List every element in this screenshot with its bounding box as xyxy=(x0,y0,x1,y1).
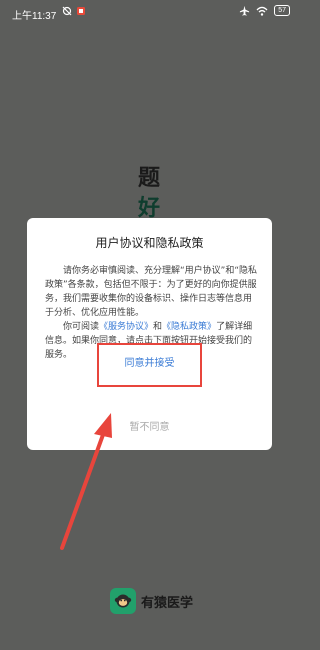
wifi-icon xyxy=(256,6,268,16)
battery-icon: 57 xyxy=(274,5,290,16)
dialog-paragraph-1: 请你务必审慎阅读、充分理解“用户协议”和“隐私政策”各条款，包括但不限于：为了更… xyxy=(45,266,257,318)
service-agreement-link[interactable]: 《服务协议》 xyxy=(99,322,153,332)
status-time: 上午11:37 xyxy=(12,11,57,22)
dialog-title: 用户协议和隐私政策 xyxy=(95,236,204,250)
app-name: 有猿医学 xyxy=(141,595,194,611)
status-bar: 上午11:37 57 xyxy=(0,0,300,26)
paragraph-2-prefix: 你可阅读 xyxy=(63,322,100,332)
sync-off-icon xyxy=(62,6,72,16)
disagree-button[interactable]: 暂不同意 xyxy=(97,416,202,440)
privacy-dialog: 用户协议和隐私政策 请你务必审慎阅读、充分理解“用户协议”和“隐私政策”各条款，… xyxy=(27,218,272,450)
status-system-icons: 57 xyxy=(239,5,290,16)
monkey-logo-icon xyxy=(110,588,136,614)
dialog-body: 请你务必审慎阅读、充分理解“用户协议”和“隐私政策”各条款，包括但不限于：为了更… xyxy=(45,264,257,362)
paragraph-2-and: 和 xyxy=(153,322,163,332)
background-title-line1: 题 xyxy=(138,166,161,191)
airplane-icon xyxy=(240,5,250,16)
app-notification-icon xyxy=(77,7,85,15)
privacy-policy-link[interactable]: 《隐私政策》 xyxy=(162,322,216,332)
status-notification-icons xyxy=(62,6,86,16)
app-logo: 有猿医学 xyxy=(110,588,193,614)
agree-button[interactable]: 同意并接受 xyxy=(97,350,202,378)
